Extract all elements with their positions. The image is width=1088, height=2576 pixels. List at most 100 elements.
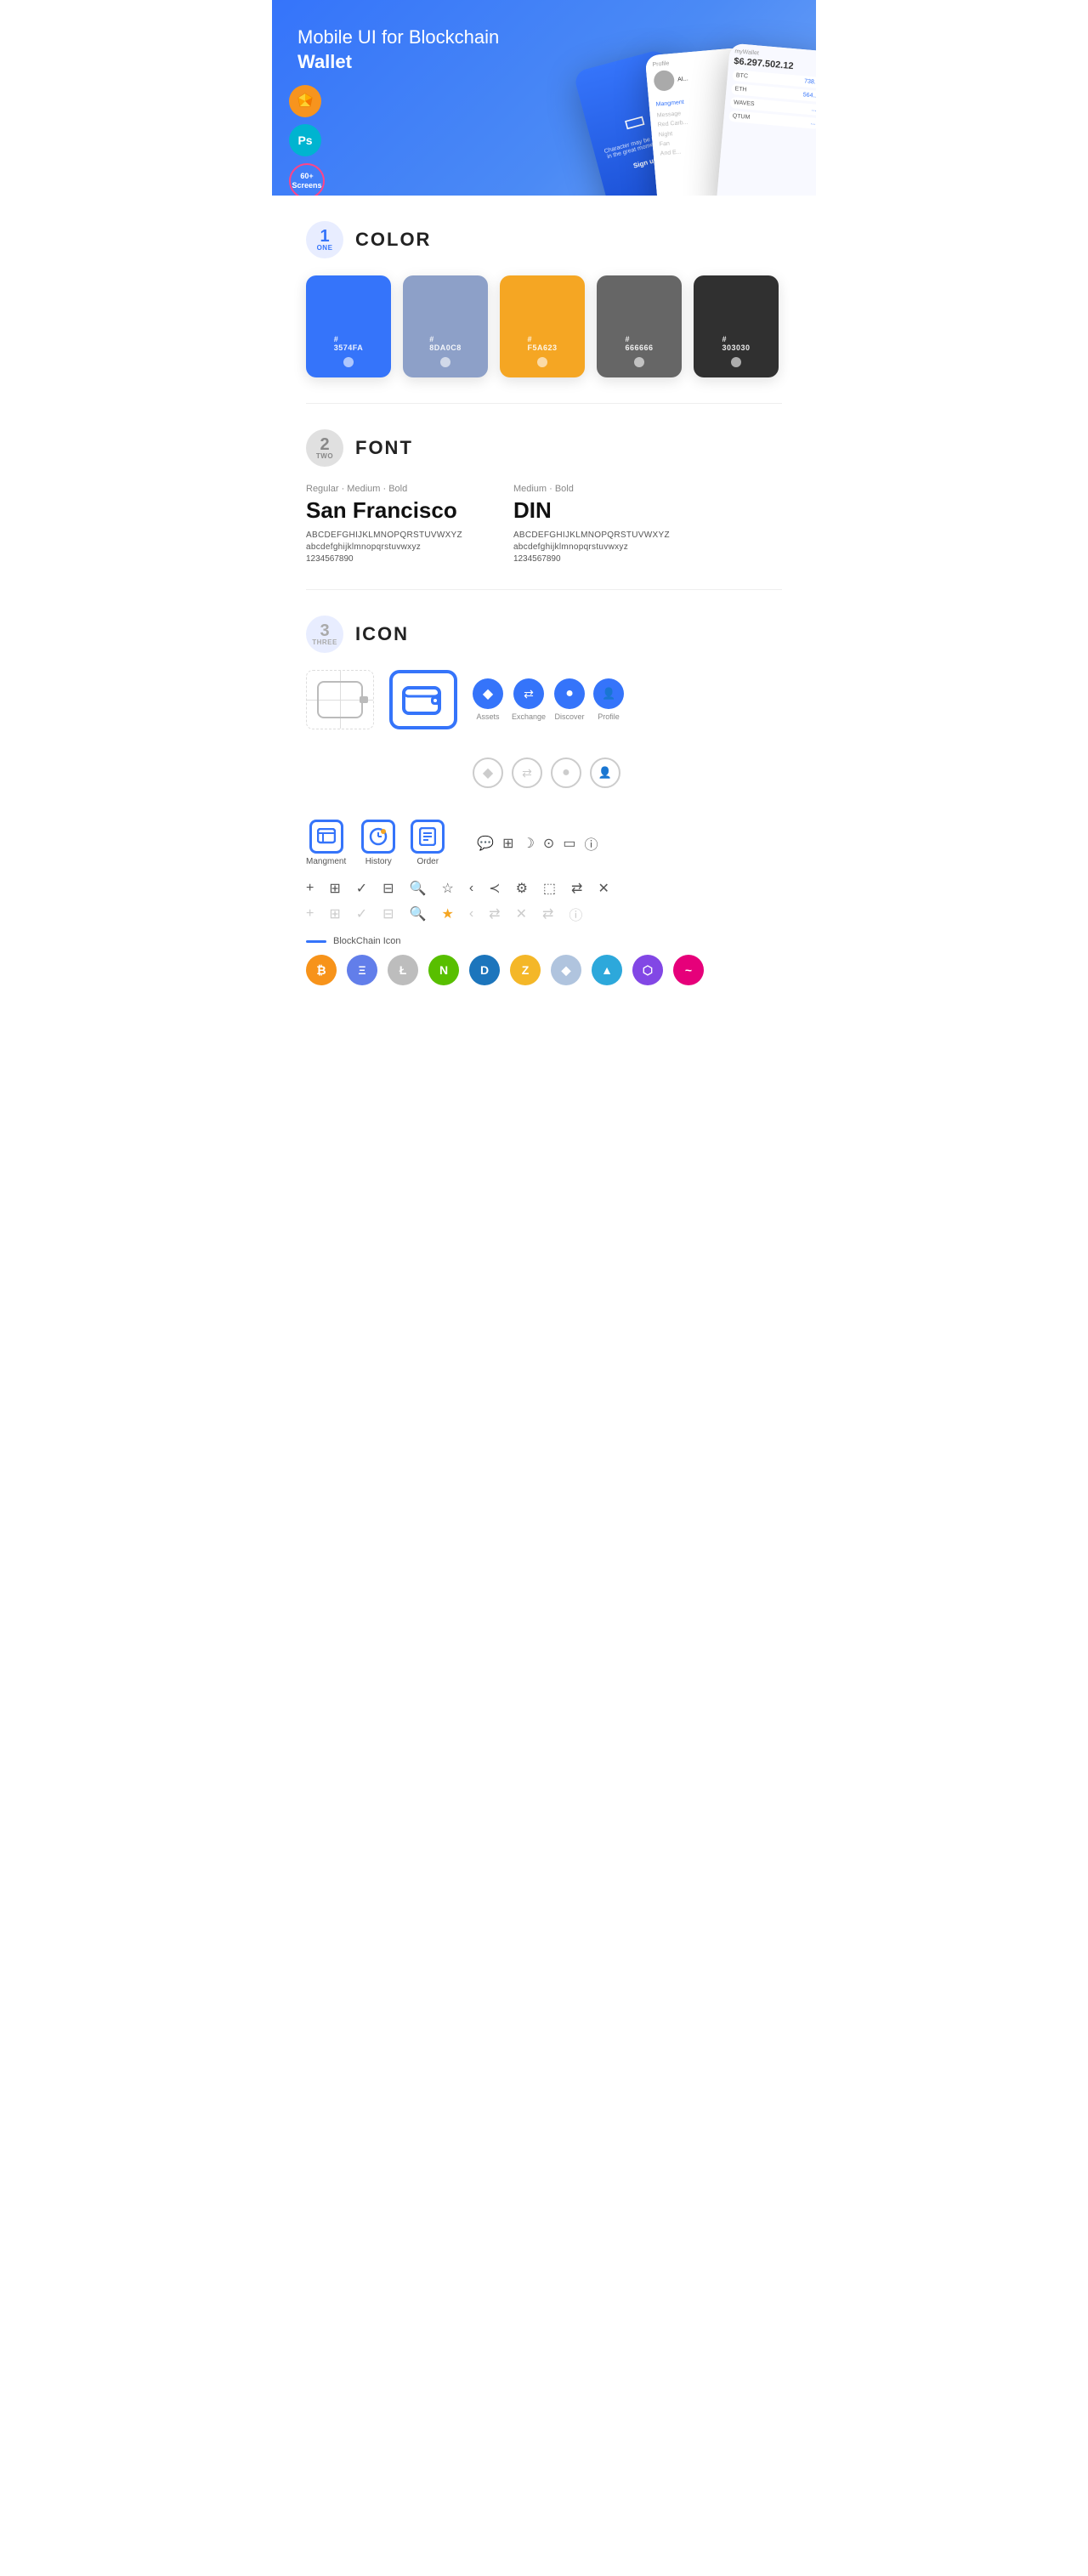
color-title: COLOR (355, 229, 431, 251)
swatch-blue: #3574FA (306, 275, 391, 377)
small-icons-row-1: + ⊞ ✓ ⊟ 🔍 ☆ ‹ ≺ ⚙ ⬚ ⇄ ✕ (306, 880, 782, 897)
section-number-3: 3 THREE (306, 616, 343, 653)
star-icon: ☆ (441, 880, 453, 897)
font-section: 2 TWO FONT Regular · Medium · Bold San F… (272, 404, 816, 589)
color-section: 1 ONE COLOR #3574FA #8DA0C8 #F5A623 #666… (272, 196, 816, 403)
ps-label: Ps (298, 133, 312, 147)
layers-icon: ⊞ (502, 835, 513, 852)
screens-badge: 60+Screens (289, 163, 325, 196)
eth-icon: Ξ (347, 955, 377, 985)
utility-icons-group: 💬 ⊞ ☽ ⊙ ▭ ⓘ (477, 833, 598, 854)
swap-icon: ⇄ (571, 880, 582, 897)
hero-title: Mobile UI for Blockchain Wallet (298, 26, 536, 74)
close-icon: ✕ (598, 880, 609, 897)
swatch-dot (634, 357, 644, 367)
nav-icons-group: ◆ Assets ⇄ Exchange ● Discover 👤 Profile (473, 678, 624, 721)
hero-section: Mobile UI for Blockchain Wallet Ps 60+Sc… (272, 0, 816, 196)
wallet-icon-filled (389, 670, 457, 729)
box-icon: ⬚ (543, 880, 556, 897)
outline-nav-icons-row: ◆ ⇄ ● 👤 (306, 743, 782, 803)
font-row: Regular · Medium · Bold San Francisco AB… (306, 484, 782, 564)
font-section-header: 2 TWO FONT (306, 429, 782, 467)
message-icon: ▭ (563, 835, 575, 852)
plus-outline-icon: + (306, 906, 314, 922)
crypto-icons-row: ₿ Ξ Ł N D Z ◆ ▲ ⬡ ~ (306, 955, 782, 985)
close-outline-icon: ✕ (516, 905, 527, 922)
copy-outline-icon: ⊞ (329, 905, 340, 922)
back-icon: ‹ (469, 881, 473, 896)
discover-icon: ● (554, 678, 585, 709)
grid-icon: ⊟ (382, 880, 394, 897)
discover-icon-box: ● Discover (554, 678, 585, 721)
check-icon: ✓ (356, 880, 367, 897)
neo-icon: N (428, 955, 459, 985)
history-icon (361, 820, 395, 854)
swatch-gray: #666666 (597, 275, 682, 377)
chat-icon: 💬 (477, 835, 494, 852)
mangment-icon (309, 820, 343, 854)
history-icon-unit: History (361, 820, 395, 866)
swatch-dot (440, 357, 450, 367)
grid-outline-icon: ⊟ (382, 905, 394, 922)
section-number-1: 1 ONE (306, 221, 343, 258)
swap-outline-icon: ⇄ (542, 905, 553, 922)
mangment-label: Mangment (306, 857, 346, 866)
assets-icon-box: ◆ Assets (473, 678, 503, 721)
spacer (306, 743, 374, 803)
polkadot-icon: ~ (673, 955, 704, 985)
blockchain-line (306, 940, 326, 943)
iota-icon: ◆ (551, 955, 581, 985)
profile-outline-icon: 👤 (590, 757, 620, 788)
discover-outline-icon: ● (551, 757, 581, 788)
share-outline-icon: ⇄ (489, 905, 500, 922)
font-san-francisco: Regular · Medium · Bold San Francisco AB… (306, 484, 462, 564)
plus-icon: + (306, 881, 314, 896)
order-icon-unit: Order (411, 820, 445, 866)
settings-icon: ⚙ (516, 880, 528, 897)
btc-icon: ₿ (306, 955, 337, 985)
mangment-icon-unit: Mangment (306, 820, 346, 866)
blockchain-label-row: BlockChain Icon (306, 936, 782, 946)
icon-section: 3 THREE ICON ◆ Assets (272, 590, 816, 1011)
order-label: Order (416, 857, 439, 866)
ark-icon: ▲ (592, 955, 622, 985)
wallet-icon-row: ◆ Assets ⇄ Exchange ● Discover 👤 Profile (306, 670, 782, 729)
exchange-icon-box: ⇄ Exchange (512, 678, 546, 721)
sketch-badge (289, 85, 321, 117)
profile-icon-box: 👤 Profile (593, 678, 624, 721)
app-icons-row: Mangment History (306, 820, 782, 866)
history-label: History (366, 857, 392, 866)
search-outline-icon: 🔍 (410, 905, 427, 922)
outline-icons-group: ◆ ⇄ ● 👤 (473, 757, 620, 788)
moon-icon: ☽ (523, 835, 535, 852)
search-icon: 🔍 (410, 880, 427, 897)
profile-icon: 👤 (593, 678, 624, 709)
wallet-inner-guide (317, 681, 363, 718)
exchange-icon: ⇄ (513, 678, 544, 709)
ps-badge: Ps (289, 124, 321, 156)
swatch-dot (343, 357, 354, 367)
small-icons-row-2: + ⊞ ✓ ⊟ 🔍 ★ ‹ ⇄ ✕ ⇄ ⓘ (306, 904, 782, 924)
swatch-slate: #8DA0C8 (403, 275, 488, 377)
icon-section-header: 3 THREE ICON (306, 616, 782, 653)
ltc-icon: Ł (388, 955, 418, 985)
wallet-icon-blue (389, 670, 457, 729)
dash-icon: D (469, 955, 500, 985)
color-section-header: 1 ONE COLOR (306, 221, 782, 258)
order-icon (411, 820, 445, 854)
font-title: FONT (355, 437, 413, 459)
swatch-dot (537, 357, 547, 367)
zcash-icon: Z (510, 955, 541, 985)
blockchain-label: BlockChain Icon (333, 936, 401, 946)
swatch-dot (731, 357, 741, 367)
font-din: Medium · Bold DIN ABCDEFGHIJKLMNOPQRSTUV… (513, 484, 670, 564)
back-outline-icon: ‹ (469, 906, 473, 922)
info-outline-icon: ⓘ (569, 904, 582, 924)
exchange-outline-icon: ⇄ (512, 757, 542, 788)
icon-title: ICON (355, 623, 409, 645)
tool-badge-group: Ps 60+Screens (289, 85, 325, 196)
assets-icon: ◆ (473, 678, 503, 709)
circle-icon: ⊙ (543, 835, 554, 852)
star-filled-icon: ★ (441, 905, 453, 922)
share-icon: ≺ (489, 880, 500, 897)
